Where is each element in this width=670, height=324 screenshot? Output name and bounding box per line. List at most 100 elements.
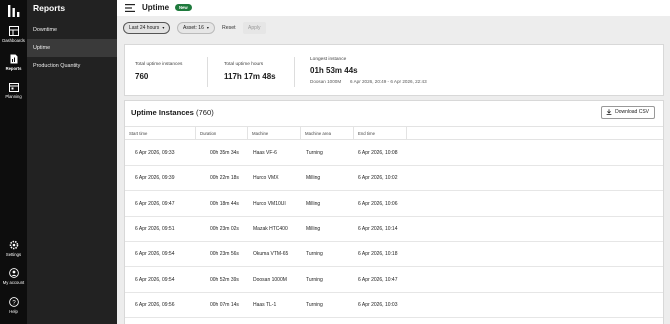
filter-bar: Last 24 hours ▾ Asset: 16 ▾ Reset Apply <box>117 16 670 42</box>
help-icon: ? <box>8 297 19 307</box>
divider <box>207 57 208 87</box>
cell-duration: 00h 23m 56s <box>210 251 239 258</box>
column-header-duration[interactable]: Duration <box>196 127 248 140</box>
cell-end-time: 6 Apr 2026, 10:47 <box>358 276 398 283</box>
subnav-item-production-quantity[interactable]: Production Quantity <box>27 57 117 75</box>
rail-item-reports[interactable]: Reports <box>0 54 27 71</box>
asset-filter-value: Asset: 16 <box>183 25 204 31</box>
column-header-end-time[interactable]: End time <box>354 127 407 140</box>
rail-item-dashboards[interactable]: Dashboards <box>0 26 27 43</box>
cell-machine: Hurco VM10UI <box>253 200 286 207</box>
menu-collapse-icon[interactable] <box>125 4 135 12</box>
download-icon <box>606 108 612 115</box>
cell-end-time: 6 Apr 2026, 10:14 <box>358 225 398 232</box>
apply-button[interactable]: Apply <box>243 22 266 34</box>
table-row[interactable]: 6 Apr 2026, 09:54 00h 52m 39s Doosan 1000M… <box>125 268 663 293</box>
download-csv-label: Download CSV <box>615 109 649 115</box>
new-badge: New <box>175 4 192 11</box>
cell-end-time: 6 Apr 2026, 10:03 <box>358 301 398 308</box>
stat-value: 117h 17m 48s <box>224 72 276 81</box>
rail-label-settings: Settings <box>5 252 22 257</box>
subnav-item-uptime[interactable]: Uptime <box>27 39 117 57</box>
cell-machine: Doosan 1000M <box>253 276 287 283</box>
divider <box>294 57 295 87</box>
app-rail: Dashboards Reports Planning Settings My <box>0 0 27 324</box>
cell-duration: 00h 22m 18s <box>210 175 239 182</box>
gear-icon <box>9 240 18 250</box>
table-row[interactable]: 6 Apr 2026, 09:33 00h 35m 34s Haas VF-6 Tur… <box>125 141 663 166</box>
cell-start-time: 6 Apr 2026, 09:33 <box>135 150 175 156</box>
time-range-value: Last 24 hours <box>129 25 160 31</box>
rail-label-planning: Planning <box>5 94 22 99</box>
planning-icon <box>8 83 19 92</box>
cell-machine: Haas VF-6 <box>253 150 277 156</box>
cell-start-time: 6 Apr 2026, 09:54 <box>135 276 175 283</box>
uptime-instances-card: Uptime Instances (760) Download CSV Star… <box>124 100 664 324</box>
download-csv-button[interactable]: Download CSV <box>601 106 655 119</box>
subnav-item-downtime[interactable]: Downtime <box>27 21 117 39</box>
cell-duration: 00h 35m 34s <box>210 150 239 156</box>
page-title: Uptime <box>142 3 170 12</box>
column-header-machine-area[interactable]: Machine area <box>301 127 354 140</box>
cell-machine: Okuma VTM-65 <box>253 251 289 258</box>
dashboards-icon <box>8 26 19 36</box>
cell-start-time: 6 Apr 2026, 09:56 <box>135 301 175 308</box>
cell-duration: 00h 18m 44s <box>210 200 239 207</box>
table-row[interactable]: 6 Apr 2026, 09:47 00h 18m 44s Hurco VM10UI… <box>125 192 663 217</box>
table-count: (760) <box>196 108 214 117</box>
cell-machine-area: Turning <box>306 251 323 258</box>
rail-item-settings[interactable]: Settings <box>0 240 27 257</box>
rail-item-planning[interactable]: Planning <box>0 82 27 99</box>
column-header-start-time[interactable]: Start time <box>125 127 196 140</box>
chevron-down-icon: ▾ <box>206 25 209 30</box>
chevron-down-icon: ▾ <box>162 25 165 30</box>
rail-label-reports: Reports <box>5 66 22 71</box>
cell-machine: Hurco VMX <box>253 175 279 182</box>
table-row[interactable]: 6 Apr 2026, 09:39 00h 22m 18s Hurco VMX Mil… <box>125 166 663 192</box>
time-range-select[interactable]: Last 24 hours ▾ <box>123 22 171 34</box>
table-heading: Uptime Instances (760) <box>131 108 214 117</box>
longest-range: 6 Apr 2026, 20:49 - 6 Apr 2026, 22:43 <box>350 79 427 84</box>
reports-subnav: Reports Downtime Uptime Production Quant… <box>27 0 117 324</box>
stat-label: Longest instance <box>310 57 347 62</box>
user-icon <box>8 268 19 278</box>
cell-machine: Mazak HTC400 <box>253 225 288 232</box>
cell-end-time: 6 Apr 2026, 10:18 <box>358 251 398 258</box>
cell-machine-area: Turning <box>306 276 323 283</box>
cell-duration: 00h 07m 14s <box>210 301 239 308</box>
cell-duration: 00h 52m 39s <box>210 276 239 283</box>
table-row[interactable]: 6 Apr 2026, 09:56 00h 07m 14s Haas TL-1 Tur… <box>125 293 663 318</box>
stat-label: Total uptime instances <box>135 62 183 67</box>
page-header: Uptime New <box>117 0 670 16</box>
rail-item-my-account[interactable]: My account <box>0 268 27 285</box>
subnav-title: Reports <box>33 3 66 13</box>
asset-filter-select[interactable]: Asset: 16 ▾ <box>177 22 215 34</box>
table-row[interactable]: 6 Apr 2026, 09:54 00h 23m 56s Okuma VTM-65… <box>125 242 663 268</box>
cell-end-time: 6 Apr 2026, 10:06 <box>358 200 398 207</box>
cell-machine-area: Milling <box>306 200 321 207</box>
cell-start-time: 6 Apr 2026, 09:47 <box>135 200 175 207</box>
stat-label: Total uptime hours <box>224 62 264 67</box>
brand-logo-icon[interactable] <box>7 5 21 17</box>
rail-item-help[interactable]: ? Help <box>0 297 27 314</box>
rail-label-my-account: My account <box>2 280 25 285</box>
rail-label-dashboards: Dashboards <box>2 38 25 43</box>
cell-machine: Haas TL-1 <box>253 301 277 308</box>
table-row[interactable]: 6 Apr 2026, 09:51 00h 23m 02s Mazak HTC400… <box>125 217 663 242</box>
summary-card: Total uptime instances 760 Total uptime … <box>124 44 664 96</box>
svg-text:?: ? <box>12 300 16 306</box>
cell-end-time: 6 Apr 2026, 10:02 <box>358 175 398 182</box>
table-header: Start time Duration Machine Machine area… <box>125 126 663 140</box>
longest-machine: Doosan 1000M <box>310 79 342 84</box>
cell-duration: 00h 23m 02s <box>210 225 239 232</box>
cell-start-time: 6 Apr 2026, 09:51 <box>135 225 175 232</box>
cell-machine-area: Turning <box>306 301 323 308</box>
cell-start-time: 6 Apr 2026, 09:54 <box>135 251 175 258</box>
column-header-machine[interactable]: Machine <box>248 127 301 140</box>
rail-label-help: Help <box>9 309 18 314</box>
reset-button[interactable]: Reset <box>222 25 236 31</box>
stat-value: 01h 53m 44s <box>310 66 358 75</box>
cell-machine-area: Turning <box>306 150 323 156</box>
cell-end-time: 6 Apr 2026, 10:08 <box>358 150 398 156</box>
cell-machine-area: Milling <box>306 225 321 232</box>
